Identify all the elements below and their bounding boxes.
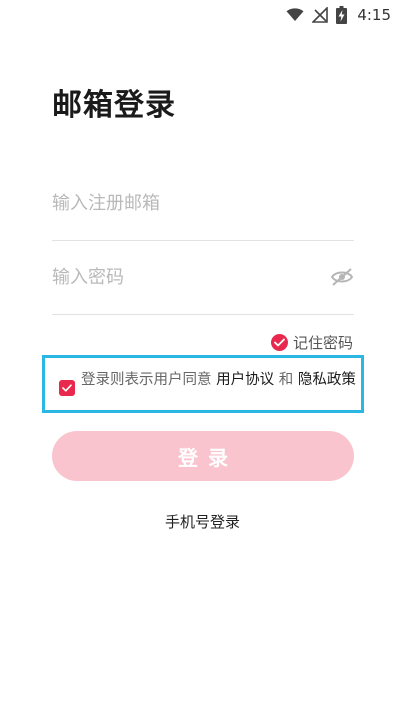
agreement-prefix: 登录则表示用户同意 [81, 372, 217, 388]
login-button[interactable]: 登录 [52, 431, 354, 481]
remember-check-icon[interactable] [270, 333, 288, 351]
password-input[interactable] [52, 260, 322, 294]
status-time: 4:15 [357, 6, 391, 24]
eye-hidden-icon[interactable] [330, 266, 354, 288]
battery-charging-icon [336, 6, 348, 24]
wifi-icon [286, 8, 304, 21]
password-field-container [52, 240, 354, 315]
agreement-conjunction: 和 [274, 372, 298, 388]
status-icons: 4:15 [286, 4, 391, 26]
status-bar: 4:15 [0, 0, 405, 30]
remember-label: 记住密码 [292, 333, 353, 352]
agreement-box: 登录则表示用户同意 用户协议 和 隐私政策 [42, 355, 364, 413]
email-field-container [52, 166, 354, 241]
email-input[interactable] [52, 186, 322, 220]
remember-password[interactable]: 记住密码 [270, 332, 353, 352]
privacy-policy-link[interactable]: 隐私政策 [298, 372, 356, 388]
agreement-checkbox[interactable] [59, 380, 75, 396]
no-signal-icon [312, 7, 329, 23]
user-agreement-link[interactable]: 用户协议 [216, 372, 274, 388]
phone-login-link[interactable]: 手机号登录 [0, 511, 405, 532]
agreement-text: 登录则表示用户同意 用户协议 和 隐私政策 [81, 370, 361, 390]
page-title: 邮箱登录 [52, 88, 176, 123]
